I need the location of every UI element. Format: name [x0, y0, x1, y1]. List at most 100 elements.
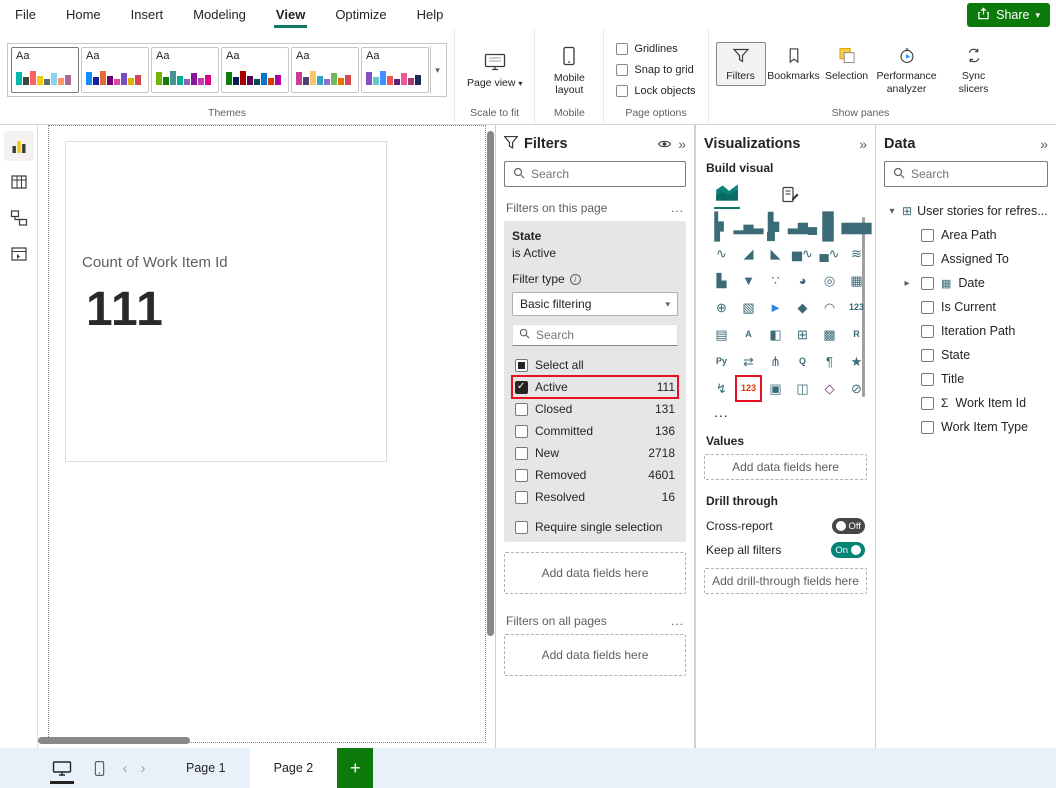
viz-icon-line-and-clustered-column-chart[interactable]: ▄∿ — [816, 240, 843, 267]
viz-icon-waterfall-chart[interactable]: ▙ — [708, 267, 735, 294]
more-visuals-icon[interactable]: ... — [714, 404, 867, 420]
viz-icon-table[interactable]: ⊞ — [789, 321, 816, 348]
viz-icon-stacked-area-chart[interactable]: ◣ — [762, 240, 789, 267]
mobile-layout-button[interactable]: Mobile layout — [542, 41, 596, 99]
filters-search-box[interactable] — [504, 161, 686, 187]
viz-icon-power-automate[interactable]: ↯ — [708, 375, 735, 402]
themes-gallery-expand-icon[interactable]: ▾ — [430, 46, 444, 94]
field-work-item-id[interactable]: Σ Work Item Id — [884, 391, 1048, 415]
theme-thumbnail-5[interactable]: Aa — [291, 47, 359, 93]
filter-option-active[interactable]: Active 111 — [511, 375, 679, 399]
add-fields-dropzone-page[interactable]: Add data fields here — [504, 552, 686, 594]
field-is-current[interactable]: Is Current — [884, 295, 1048, 319]
eye-icon[interactable] — [657, 136, 672, 152]
viz-icon-decomposition-tree[interactable]: ⋔ — [762, 348, 789, 375]
viz-icon-slicer[interactable]: ◧ — [762, 321, 789, 348]
checkbox-icon[interactable] — [921, 372, 934, 386]
keep-all-filters-toggle[interactable]: On — [831, 542, 865, 558]
filter-values-search-box[interactable] — [512, 324, 678, 346]
previous-page-icon[interactable]: ‹ — [116, 748, 134, 788]
checkbox-icon[interactable] — [921, 348, 934, 362]
page-tab-1[interactable]: Page 1 — [162, 748, 250, 788]
viz-icon-button-slicer[interactable]: ▣ — [762, 375, 789, 402]
data-search-input[interactable] — [911, 167, 1039, 181]
field-title[interactable]: Title — [884, 367, 1048, 391]
menu-tab-optimize[interactable]: Optimize — [320, 0, 401, 30]
field-work-item-type[interactable]: Work Item Type — [884, 415, 1048, 439]
chevron-down-icon[interactable]: ▾ — [884, 206, 900, 217]
viz-icon-shape-map[interactable]: ◆ — [789, 294, 816, 321]
viz-icon-map[interactable]: ⊕ — [708, 294, 735, 321]
viz-icon-clustered-bar-chart[interactable]: ▃▆▄ — [762, 212, 789, 241]
page-tab-2[interactable]: Page 2 — [249, 748, 338, 788]
viz-icon-smart-narrative[interactable]: ¶ — [816, 348, 843, 375]
viz-icon-card[interactable]: 123 — [843, 294, 870, 321]
collapse-visualizations-pane-icon[interactable]: » — [859, 136, 867, 152]
page-view-button[interactable]: Page view ▾ — [462, 48, 527, 92]
checkbox-gridlines[interactable]: Gridlines — [616, 39, 695, 60]
viz-icon-text-slicer[interactable]: ◫ — [789, 375, 816, 402]
viz-icon-clustered-column-chart[interactable]: ▃▆▄ — [788, 213, 817, 240]
model-view-button[interactable] — [4, 203, 34, 233]
drill-through-dropzone[interactable]: Add drill-through fields here — [704, 568, 867, 594]
filter-option-resolved[interactable]: Resolved 16 — [512, 486, 678, 508]
menu-tab-modeling[interactable]: Modeling — [178, 0, 261, 30]
viz-icon-power-apps[interactable]: ◇ — [816, 375, 843, 402]
add-fields-dropzone-all-pages[interactable]: Add data fields here — [504, 634, 686, 676]
viz-icon-ribbon-chart[interactable]: ≋ — [843, 240, 870, 267]
viz-icon-python-visual[interactable]: Py — [708, 348, 735, 375]
viz-icon-stacked-column-chart[interactable]: ▂▅▃ — [734, 213, 764, 240]
filter-option-removed[interactable]: Removed 4601 — [512, 464, 678, 486]
data-search-box[interactable] — [884, 161, 1048, 187]
new-page-button[interactable]: + — [337, 748, 374, 788]
viz-icon-100-stacked-bar-chart[interactable]: ▆▆▆ — [816, 212, 843, 242]
format-visual-tab[interactable] — [780, 185, 800, 209]
filters-search-input[interactable] — [531, 167, 677, 181]
menu-tab-file[interactable]: File — [0, 0, 51, 30]
chevron-right-icon[interactable]: ▸ — [900, 278, 914, 289]
field-date[interactable]: ▸ ▦ Date — [884, 271, 1048, 295]
field-area-path[interactable]: Area Path — [884, 223, 1048, 247]
filter-option-closed[interactable]: Closed 131 — [512, 398, 678, 420]
checkbox-lock-objects[interactable]: Lock objects — [616, 81, 696, 102]
field-assigned-to[interactable]: Assigned To — [884, 247, 1048, 271]
next-page-icon[interactable]: › — [134, 748, 152, 788]
checkbox-snap-to-grid[interactable]: Snap to grid — [616, 60, 695, 81]
table-node[interactable]: ▾ ⊞ User stories for refres... — [884, 199, 1048, 223]
filter-values-search-input[interactable] — [536, 328, 671, 342]
field-iteration-path[interactable]: Iteration Path — [884, 319, 1048, 343]
viz-icon-kpi[interactable]: A — [735, 321, 762, 348]
viz-icon-arcgis-map[interactable]: ⊘ — [843, 375, 870, 402]
menu-tab-home[interactable]: Home — [51, 0, 116, 30]
viz-icon-line-and-stacked-column-chart[interactable]: ▅∿ — [789, 240, 816, 267]
field-state[interactable]: State — [884, 343, 1048, 367]
menu-tab-help[interactable]: Help — [402, 0, 459, 30]
checkbox-icon[interactable] — [921, 324, 934, 338]
cross-report-toggle[interactable]: Off — [831, 518, 865, 534]
viz-icon-line-chart[interactable]: ∿ — [708, 240, 735, 267]
theme-thumbnail-1[interactable]: Aa — [11, 47, 79, 93]
collapse-data-pane-icon[interactable]: » — [1040, 136, 1048, 152]
build-visual-tab[interactable] — [714, 181, 740, 209]
checkbox-icon[interactable] — [921, 276, 934, 290]
viz-icon-area-chart[interactable]: ◢ — [735, 240, 762, 267]
menu-tab-insert[interactable]: Insert — [116, 0, 179, 30]
values-dropzone[interactable]: Add data fields here — [704, 454, 867, 480]
theme-thumbnail-2[interactable]: Aa — [81, 47, 149, 93]
filter-option-committed[interactable]: Committed 136 — [512, 420, 678, 442]
checkbox-icon[interactable] — [921, 252, 934, 266]
checkbox-icon[interactable] — [921, 420, 934, 434]
ribbon-button-filters[interactable]: Filters — [715, 42, 766, 86]
filter-card-state[interactable]: State is Active Filter type Basic filter… — [504, 221, 686, 542]
canvas-vertical-scrollbar[interactable] — [487, 131, 494, 636]
theme-thumbnail-3[interactable]: Aa — [151, 47, 219, 93]
checkbox-icon[interactable] — [921, 228, 934, 242]
more-options-icon[interactable]: ... — [671, 614, 684, 628]
viz-icon-filled-map[interactable]: ▧ — [735, 294, 762, 321]
ribbon-button-sync-slicers[interactable]: Sync slicers — [942, 42, 1006, 97]
menu-tab-view[interactable]: View — [261, 0, 320, 30]
viz-icon-pie-chart[interactable]: ◕ — [789, 267, 816, 294]
viz-icon-stacked-bar-chart[interactable]: ▂▅▃ — [708, 212, 735, 242]
collapse-filters-pane-icon[interactable]: » — [678, 136, 686, 152]
share-button[interactable]: Share ▾ — [967, 3, 1050, 27]
